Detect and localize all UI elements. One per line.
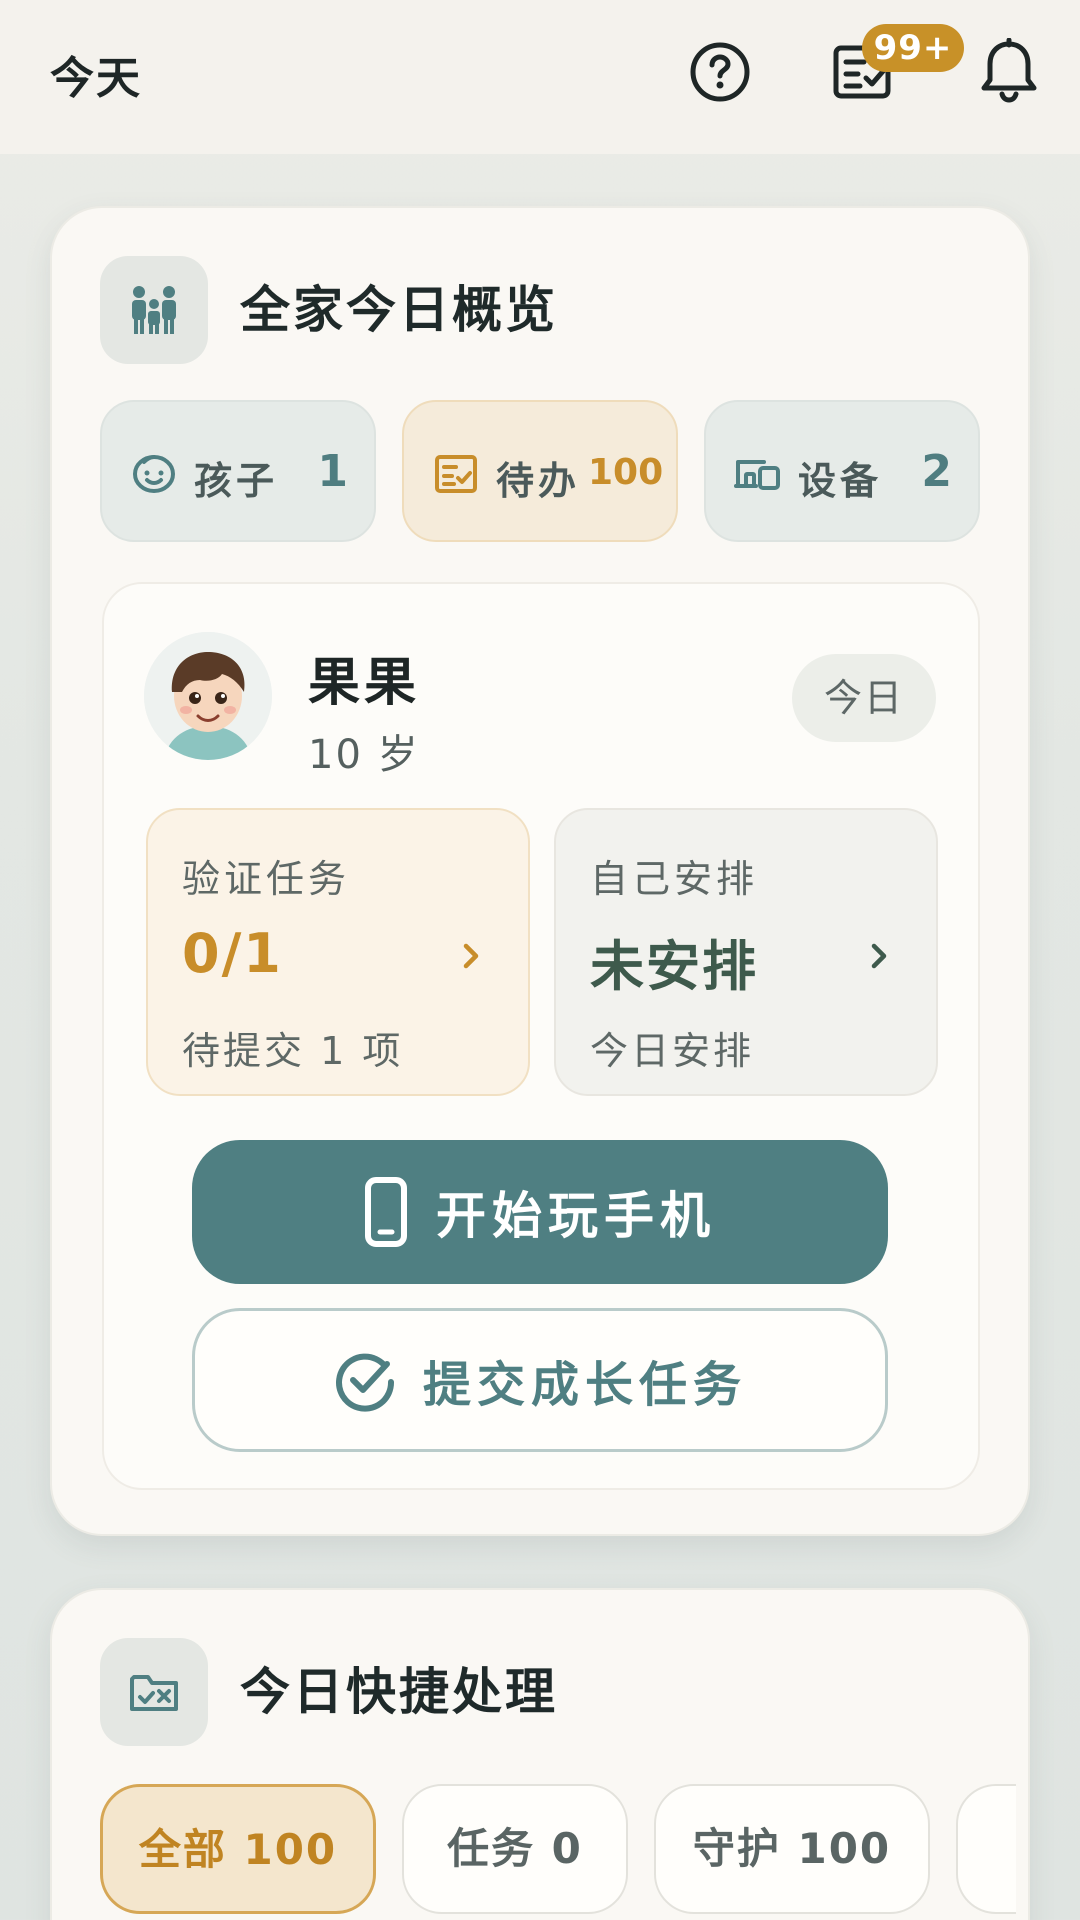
folder-check-icon	[130, 1675, 178, 1711]
verify-task-value: 0/1	[182, 922, 283, 985]
devices-count-chip[interactable]: 设备 2	[704, 400, 980, 542]
submit-growth-task-label: 提交成长任务	[422, 1357, 747, 1413]
today-pill[interactable]: 今日	[792, 654, 936, 742]
start-phone-label: 开始玩手机	[436, 1187, 716, 1245]
check-circle-icon	[336, 1353, 394, 1412]
chevron-right-icon	[871, 943, 887, 969]
phone-icon	[365, 1177, 407, 1247]
self-plan-label: 自己安排	[590, 857, 759, 901]
family-icon	[132, 286, 176, 334]
kids-count-chip[interactable]: 孩子 1	[100, 400, 376, 542]
smile-face-icon	[133, 455, 175, 493]
filter-more-partial[interactable]	[956, 1784, 1016, 1914]
submit-growth-task-button[interactable]: 提交成长任务	[192, 1308, 888, 1452]
quick-actions-card: 今日快捷处理 全部 100 任务 0 守护 100	[50, 1588, 1030, 1920]
todo-value: 100	[588, 452, 664, 493]
self-plan-card[interactable]: 自己安排 未安排 今日安排	[554, 808, 938, 1096]
page-title: 今天	[50, 53, 142, 104]
self-plan-sub: 今日安排	[590, 1029, 755, 1073]
devices-value: 2	[921, 446, 952, 497]
family-overview-card: 全家今日概览 孩子 1 待办 100 设备 2 果果 10 岁 今日 验证任务 …	[50, 206, 1030, 1536]
top-bar: 今天 99+	[0, 0, 1080, 154]
filter-all[interactable]: 全部 100	[100, 1784, 376, 1914]
child-age: 10 岁	[308, 732, 420, 778]
folder-icon-tile	[100, 1638, 208, 1746]
child-name: 果果	[308, 653, 421, 713]
devices-icon	[734, 460, 780, 490]
kids-value: 1	[317, 446, 348, 497]
quick-actions-title: 今日快捷处理	[240, 1663, 558, 1721]
devices-label: 设备	[798, 459, 883, 503]
child-panel: 果果 10 岁 今日 验证任务 0/1 待提交 1 项 自己安排 未安排 今日安…	[102, 582, 980, 1490]
verify-task-label: 验证任务	[182, 857, 351, 901]
bell-icon[interactable]	[978, 38, 1040, 104]
notification-count-badge: 99+	[862, 24, 964, 72]
child-avatar-image	[144, 632, 272, 760]
filter-tasks[interactable]: 任务 0	[402, 1784, 628, 1914]
verify-task-sub: 待提交 1 项	[182, 1029, 404, 1073]
verify-task-card[interactable]: 验证任务 0/1 待提交 1 项	[146, 808, 530, 1096]
self-plan-value: 未安排	[590, 935, 758, 998]
kids-label: 孩子	[194, 459, 279, 503]
avatar[interactable]	[144, 632, 272, 760]
help-circle-icon[interactable]	[688, 40, 752, 104]
filter-guard[interactable]: 守护 100	[654, 1784, 930, 1914]
checklist-icon	[435, 455, 477, 493]
chevron-right-icon	[463, 943, 479, 969]
start-phone-button[interactable]: 开始玩手机	[192, 1140, 888, 1284]
family-icon-tile	[100, 256, 208, 364]
todo-count-chip[interactable]: 待办 100	[402, 400, 678, 542]
todo-label: 待办	[496, 459, 581, 503]
overview-title: 全家今日概览	[240, 281, 558, 339]
